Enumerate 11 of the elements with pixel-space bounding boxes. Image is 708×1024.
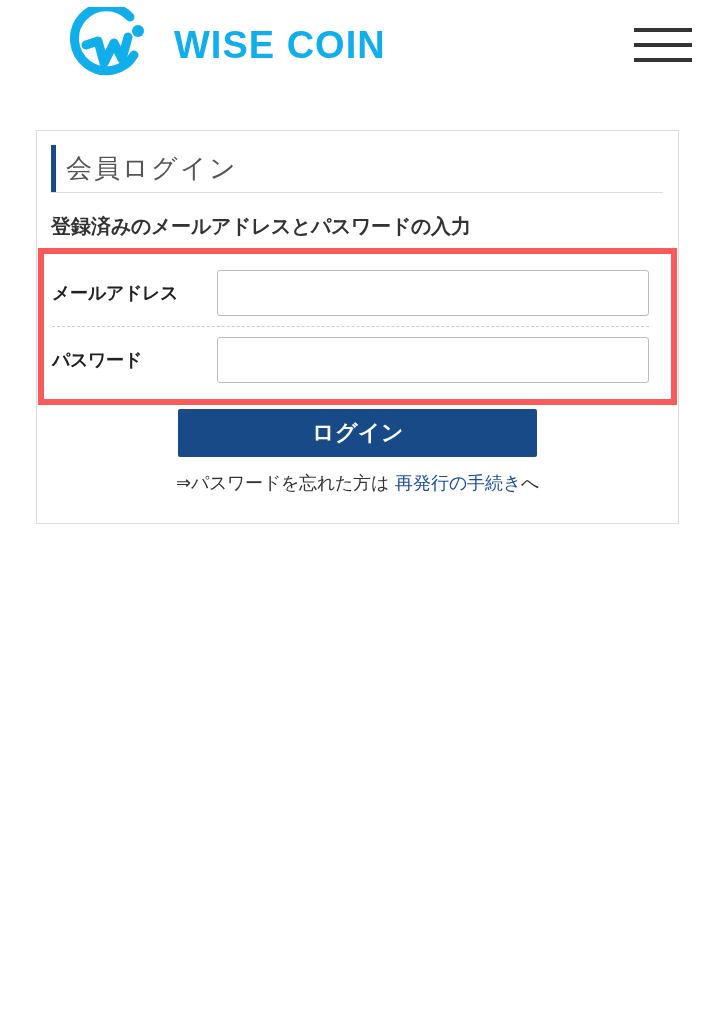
brand-name: WISE COIN	[174, 23, 386, 67]
reissue-link[interactable]: 再発行の手続き	[394, 472, 521, 493]
forgot-password-text: ⇒パスワードを忘れた方は 再発行の手続き へ	[175, 471, 540, 495]
field-label: メールアドレス	[52, 281, 179, 305]
section-title: 会員ログイン	[51, 145, 248, 192]
input-field[interactable]	[217, 337, 649, 383]
menu-icon[interactable]	[634, 28, 692, 62]
field-label: パスワード	[52, 348, 143, 372]
login-button[interactable]: ログイン	[178, 409, 537, 457]
instruction-text: 登録済みのメールアドレスとパスワードの入力	[51, 213, 472, 240]
input-field[interactable]	[217, 270, 649, 316]
